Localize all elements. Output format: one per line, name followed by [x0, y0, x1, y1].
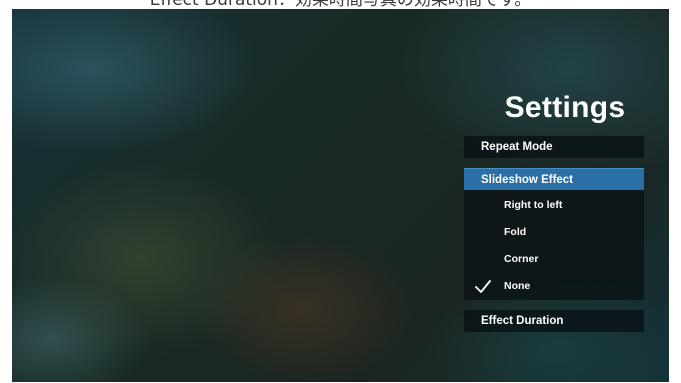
repeat-mode-item[interactable]: Repeat Mode	[464, 136, 644, 158]
effect-duration-item[interactable]: Effect Duration	[464, 310, 644, 332]
option-label: None	[504, 280, 531, 292]
option-fold[interactable]: Fold	[464, 219, 644, 246]
option-label: Fold	[504, 226, 527, 238]
option-label: Corner	[504, 253, 539, 265]
checkmark-icon	[475, 280, 491, 293]
option-corner[interactable]: Corner	[464, 246, 644, 273]
option-right-to-left[interactable]: Right to left	[464, 192, 644, 219]
tv-screen: Settings Repeat Mode Slideshow Effect Ri…	[12, 9, 669, 382]
repeat-mode-label: Repeat Mode	[481, 141, 553, 153]
slideshow-effect-item[interactable]: Slideshow Effect	[464, 168, 644, 190]
slideshow-effect-dropdown: Right to left Fold Corner None	[464, 190, 644, 300]
settings-title: Settings	[504, 91, 626, 124]
slideshow-effect-label: Slideshow Effect	[481, 174, 574, 186]
option-label: Right to left	[504, 199, 563, 211]
effect-duration-label: Effect Duration	[481, 315, 564, 327]
caption-text: Effect Duration：効果時間写真の効果時間です。	[149, 0, 532, 10]
option-none[interactable]: None	[464, 273, 644, 300]
